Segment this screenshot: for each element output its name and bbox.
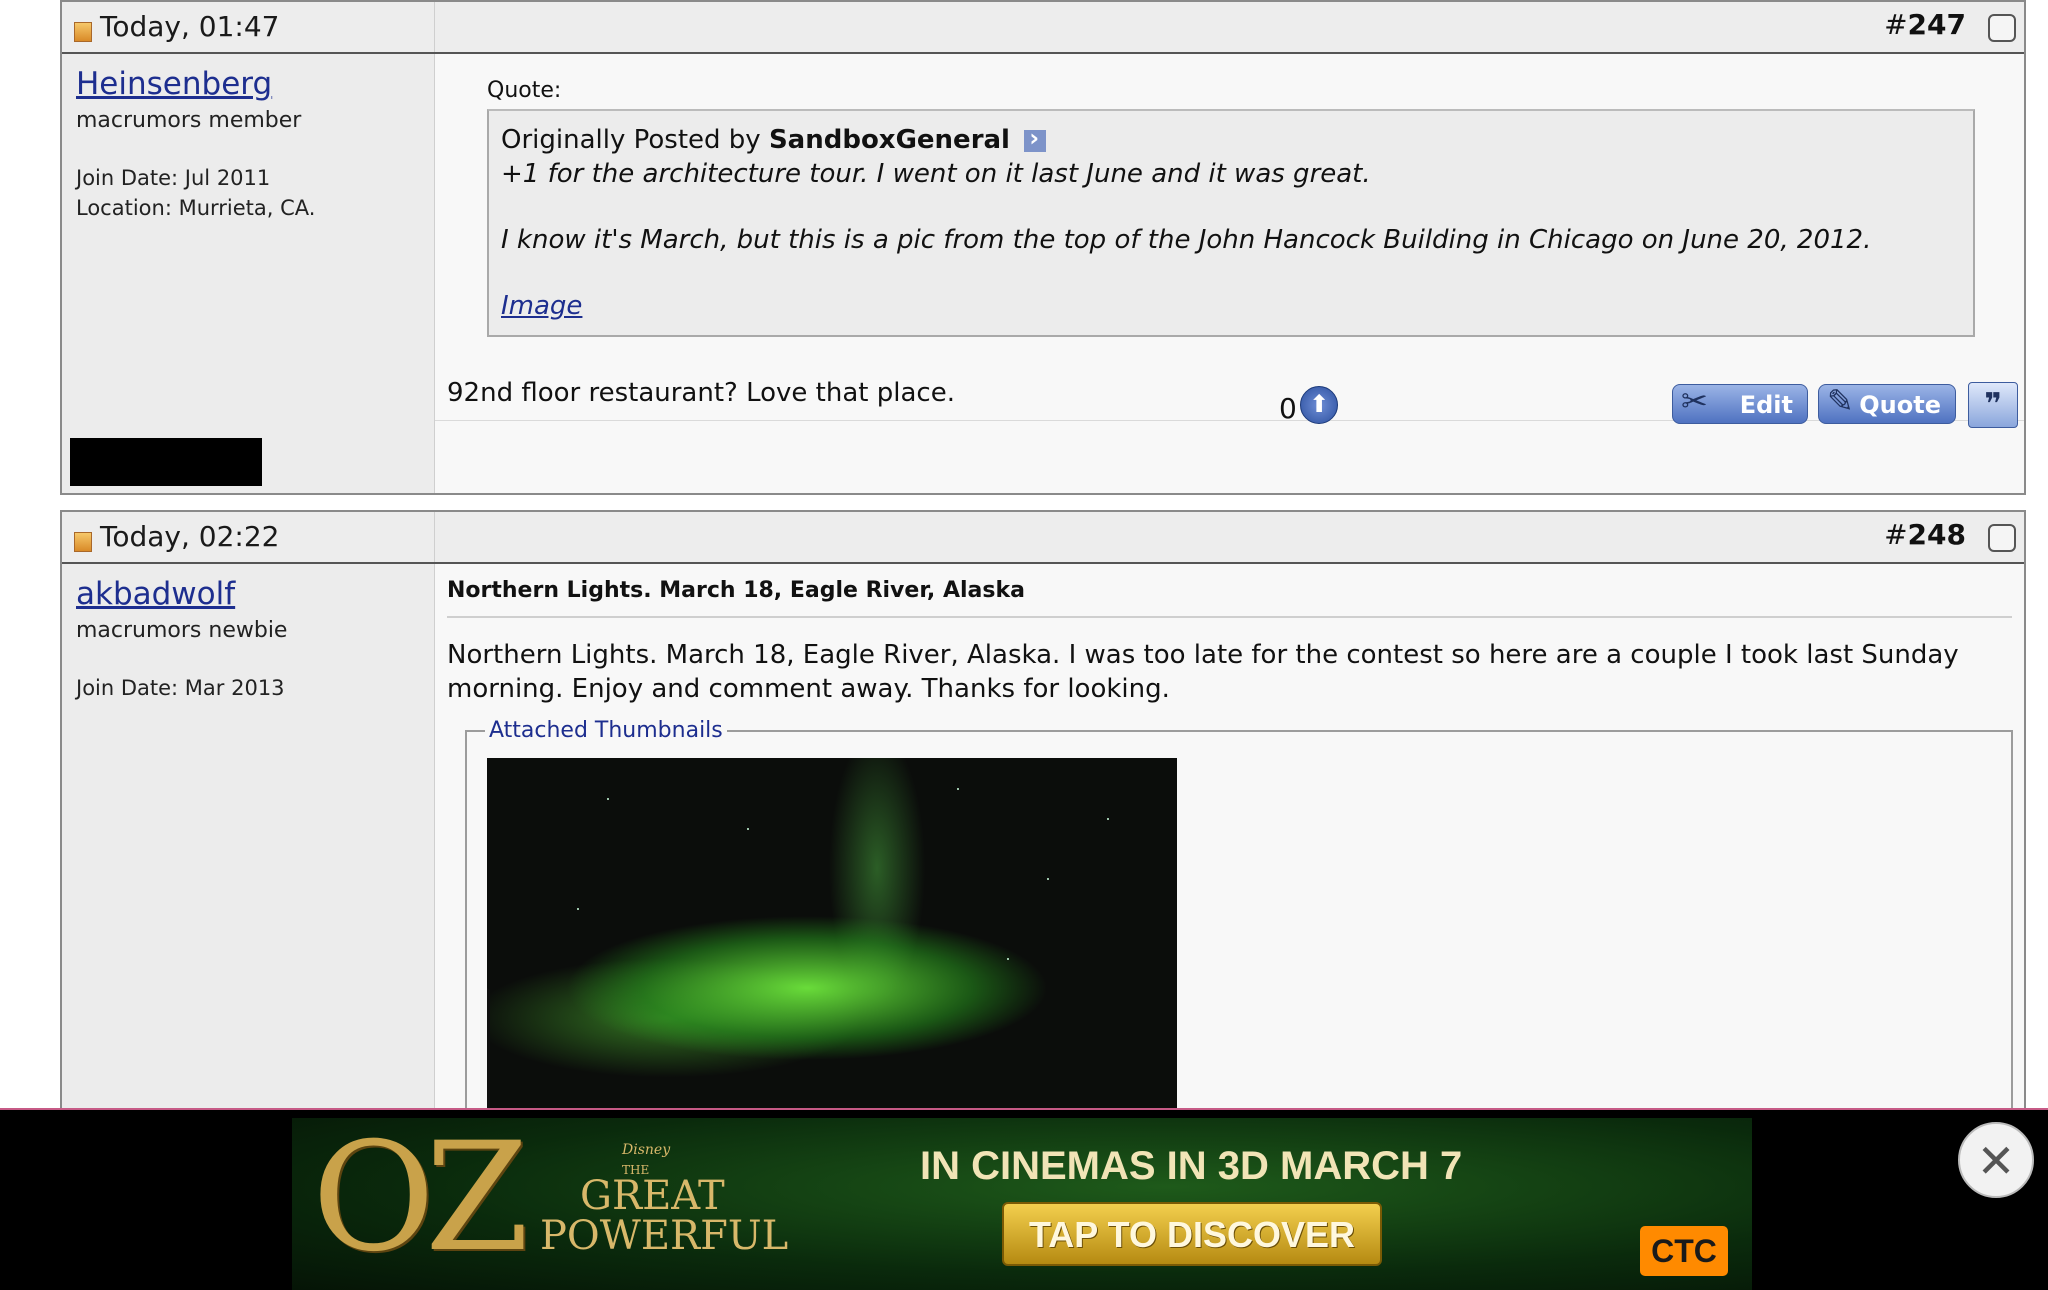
redacted-block (70, 438, 262, 486)
post-status-icon (74, 532, 92, 552)
tap-to-discover-button[interactable]: TAP TO DISCOVER (1002, 1202, 1382, 1266)
post-header: Today, 01:47 #247 (62, 2, 2024, 54)
select-post-checkbox[interactable] (1988, 14, 2016, 42)
post-status-icon (74, 22, 92, 42)
quote-box: Originally Posted by SandboxGeneral +1 f… (487, 109, 1975, 337)
multiquote-icon[interactable]: ❞ (1968, 382, 2018, 428)
ad-disney-logo: Disney (622, 1142, 671, 1158)
quote-attribution: Originally Posted by SandboxGeneral (501, 124, 1047, 155)
post-header: Today, 02:22 #248 (62, 512, 2024, 564)
quote-line-2: I know it's March, but this is a pic fro… (501, 225, 1872, 255)
ad-badge: CTC (1640, 1226, 1728, 1276)
header-divider (434, 512, 435, 562)
quote-button[interactable]: ✎ Quote (1818, 382, 1956, 424)
location: Location: Murrieta, CA. (76, 196, 316, 220)
username-link[interactable]: Heinsenberg (76, 66, 272, 102)
post-248: Today, 02:22 #248 akbadwolf macrumors ne… (60, 510, 2026, 1200)
close-icon[interactable]: ✕ (1958, 1122, 2034, 1198)
post-number[interactable]: #248 (1884, 518, 1966, 551)
join-date: Join Date: Mar 2013 (76, 676, 285, 700)
user-info-panel: Heinsenberg macrumors member Join Date: … (62, 54, 435, 493)
user-info-panel: akbadwolf macrumors newbie Join Date: Ma… (62, 564, 435, 1128)
post-title: Northern Lights. March 18, Eagle River, … (447, 578, 1025, 603)
attachments-legend: Attached Thumbnails (485, 718, 727, 743)
ad-headline: IN CINEMAS IN 3D MARCH 7 (920, 1144, 1463, 1188)
user-title: macrumors member (76, 108, 302, 133)
title-divider (447, 616, 2012, 618)
user-title: macrumors newbie (76, 618, 288, 643)
pencil-icon: ✎ (1827, 382, 1854, 420)
image-link[interactable]: Image (501, 291, 582, 321)
post-date: Today, 02:22 (100, 520, 280, 553)
quote-image-link-row: Image (501, 291, 582, 321)
post-message: 92nd floor restaurant? Love that place. (447, 378, 955, 408)
select-post-checkbox[interactable] (1988, 524, 2016, 552)
quote-label: Quote: (487, 78, 562, 103)
vote-up-icon[interactable]: ⬆ (1300, 386, 1338, 424)
post-message: Northern Lights. March 18, Eagle River, … (447, 640, 1959, 704)
vote-count: 0 (1279, 392, 1297, 425)
username-link[interactable]: akbadwolf (76, 576, 235, 612)
post-247: Today, 01:47 #247 Heinsenberg macrumors … (60, 0, 2026, 495)
join-date: Join Date: Jul 2011 (76, 166, 271, 190)
message-body: Quote: Originally Posted by SandboxGener… (435, 54, 2024, 493)
post-number[interactable]: #247 (1884, 8, 1966, 41)
scissors-icon: ✂ (1681, 382, 1708, 420)
header-divider (434, 2, 435, 52)
ad-banner[interactable]: OZ Disney THE GREAT POWERFUL IN CINEMAS … (292, 1118, 1752, 1290)
message-body: Northern Lights. March 18, Eagle River, … (435, 564, 2024, 1200)
view-post-arrow-icon[interactable] (1024, 124, 1047, 152)
edit-button[interactable]: ✂ Edit (1672, 382, 1808, 424)
ad-oz-logo: OZ (312, 1118, 529, 1285)
quote-line-1: +1 for the architecture tour. I went on … (501, 159, 1371, 189)
post-date: Today, 01:47 (100, 10, 280, 43)
ad-movie-title: THE GREAT POWERFUL (540, 1163, 789, 1259)
quote-author: SandboxGeneral (768, 125, 1010, 155)
ad-bar: OZ Disney THE GREAT POWERFUL IN CINEMAS … (0, 1108, 2048, 1290)
